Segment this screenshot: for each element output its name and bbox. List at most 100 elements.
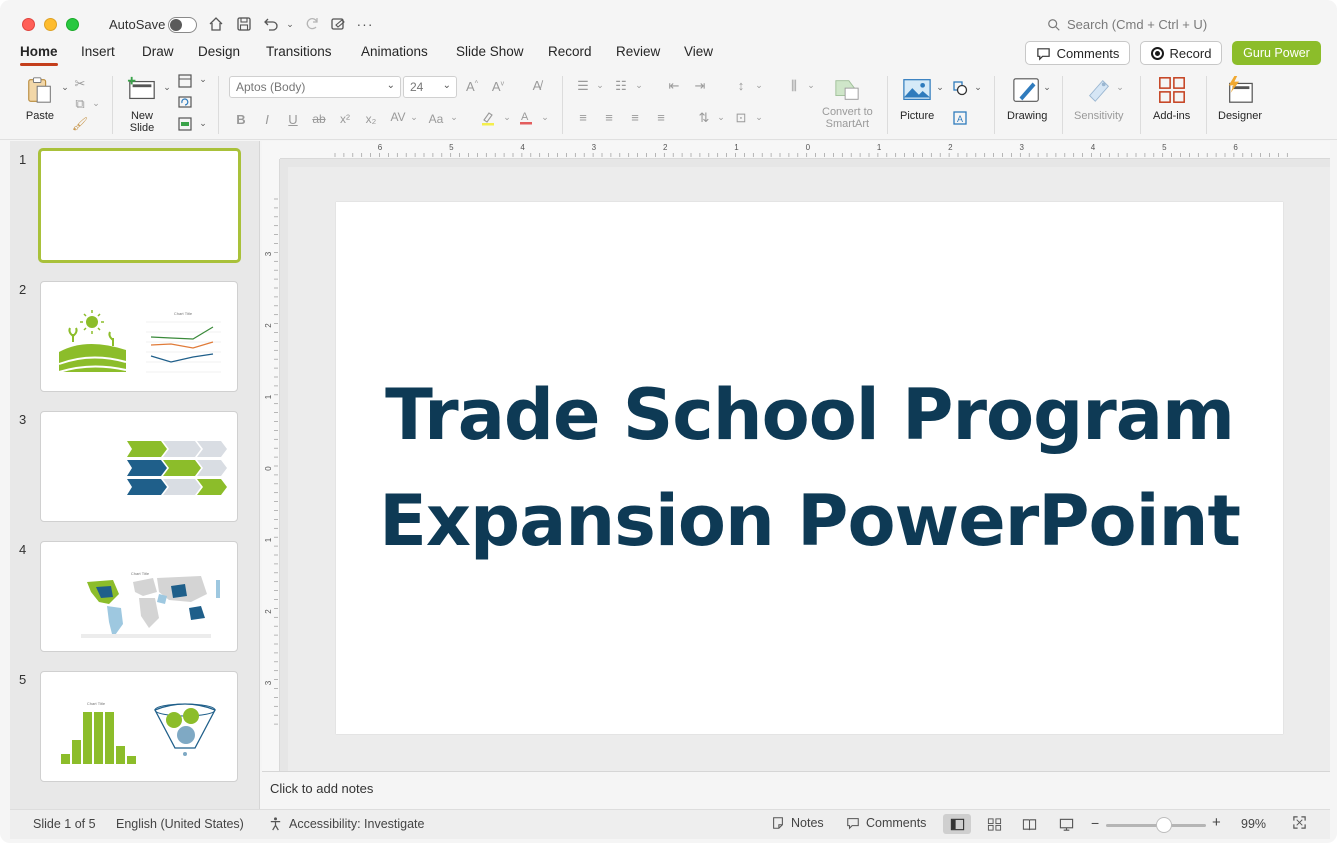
numbering-dropdown-icon[interactable]: ⌄ xyxy=(629,80,649,91)
change-case-dropdown-icon[interactable]: ⌄ xyxy=(444,112,464,123)
increase-indent-icon[interactable]: ⇥ xyxy=(690,78,710,94)
superscript-icon[interactable]: x² xyxy=(335,112,355,126)
tab-draw[interactable]: Draw xyxy=(142,44,174,59)
reading-view-button[interactable] xyxy=(1015,814,1043,834)
format-painter-icon[interactable]: 🖌 xyxy=(70,116,90,132)
justify-icon[interactable]: ≡ xyxy=(651,110,671,125)
tab-record[interactable]: Record xyxy=(548,44,592,59)
horizontal-ruler[interactable]: 6 5 4 3 2 1 0 1 2 3 4 5 6 xyxy=(280,141,1330,159)
slide-show-button[interactable] xyxy=(1052,814,1080,834)
font-color-icon[interactable]: A xyxy=(516,109,536,128)
highlight-icon[interactable] xyxy=(478,110,498,129)
underline-icon[interactable]: U xyxy=(283,112,303,127)
paste-button[interactable]: Paste xyxy=(24,74,56,122)
layout-icon[interactable] xyxy=(175,73,195,92)
accessibility-checker[interactable]: Accessibility: Investigate xyxy=(268,816,424,831)
font-size-field[interactable]: 24 ⌄ xyxy=(403,76,457,98)
tab-transitions[interactable]: Transitions xyxy=(266,44,332,59)
new-slide-dropdown-icon[interactable]: ⌄ xyxy=(157,82,177,93)
section-icon[interactable] xyxy=(175,116,195,135)
bold-icon[interactable]: B xyxy=(231,112,251,127)
clear-formatting-icon[interactable]: A̸ xyxy=(527,78,547,93)
character-spacing-dropdown-icon[interactable]: ⌄ xyxy=(404,112,424,123)
search-box[interactable]: Search (Cmd + Ctrl + U) xyxy=(1047,17,1207,32)
bullets-dropdown-icon[interactable]: ⌄ xyxy=(590,80,610,91)
minimize-window-button[interactable] xyxy=(44,18,57,31)
vertical-ruler[interactable]: 3 2 1 0 1 2 3 xyxy=(262,159,280,771)
cut-icon[interactable]: ✂ xyxy=(70,76,90,92)
tab-home[interactable]: Home xyxy=(20,44,58,59)
reset-slide-icon[interactable] xyxy=(175,94,195,113)
comments-button[interactable]: Comments xyxy=(1025,41,1130,65)
notes-pane[interactable]: Click to add notes xyxy=(262,771,1330,809)
align-text-dropdown-icon[interactable]: ⌄ xyxy=(749,112,769,123)
copy-dropdown-icon[interactable]: ⌄ xyxy=(86,98,106,109)
change-case-icon[interactable]: Aa xyxy=(426,112,446,126)
section-dropdown-icon[interactable]: ⌄ xyxy=(193,118,213,129)
guru-power-button[interactable]: Guru Power xyxy=(1232,41,1321,65)
slide-thumbnail-2[interactable]: Chart Title xyxy=(40,281,238,392)
record-button[interactable]: Record xyxy=(1140,41,1222,65)
undo-icon[interactable] xyxy=(261,14,281,34)
layout-dropdown-icon[interactable]: ⌄ xyxy=(193,74,213,85)
more-icon[interactable]: ··· xyxy=(355,14,375,34)
normal-view-button[interactable] xyxy=(943,814,971,834)
zoom-out-button[interactable]: − xyxy=(1091,815,1099,831)
strikethrough-icon[interactable]: ab xyxy=(309,112,329,126)
font-name-field[interactable]: Aptos (Body) ⌄ xyxy=(229,76,401,98)
line-spacing-dropdown-icon[interactable]: ⌄ xyxy=(749,80,769,91)
new-slide-button[interactable]: New Slide xyxy=(126,74,158,134)
slide-sorter-button[interactable] xyxy=(980,814,1008,834)
zoom-slider-handle[interactable] xyxy=(1156,817,1172,833)
save-icon[interactable] xyxy=(234,14,254,34)
sensitivity-dropdown-icon[interactable]: ⌄ xyxy=(1110,82,1130,93)
text-direction-dropdown-icon[interactable]: ⌄ xyxy=(711,112,731,123)
fit-to-window-button[interactable] xyxy=(1292,815,1307,833)
notes-toggle[interactable]: Notes xyxy=(771,816,824,830)
tab-slide-show[interactable]: Slide Show xyxy=(456,44,524,59)
designer-button[interactable]: Designer xyxy=(1218,74,1262,122)
tab-design[interactable]: Design xyxy=(198,44,240,59)
language-indicator[interactable]: English (United States) xyxy=(116,817,244,831)
redo-icon[interactable] xyxy=(302,14,322,34)
zoom-in-button[interactable]: + xyxy=(1212,814,1221,831)
drawing-dropdown-icon[interactable]: ⌄ xyxy=(1037,82,1057,93)
italic-icon[interactable]: I xyxy=(257,112,277,127)
undo-dropdown-icon[interactable]: ⌄ xyxy=(280,14,300,34)
close-window-button[interactable] xyxy=(22,18,35,31)
align-left-icon[interactable]: ≡ xyxy=(573,110,593,125)
decrease-font-icon[interactable]: Av xyxy=(488,79,508,94)
slide-thumbnail-1[interactable] xyxy=(38,148,241,263)
zoom-window-button[interactable] xyxy=(66,18,79,31)
autosave-toggle[interactable] xyxy=(168,17,197,33)
increase-font-icon[interactable]: A^ xyxy=(462,79,482,94)
highlight-dropdown-icon[interactable]: ⌄ xyxy=(497,112,517,123)
slide-thumbnail-4[interactable]: Chart Title xyxy=(40,541,238,652)
comments-toggle[interactable]: Comments xyxy=(846,816,926,830)
subscript-icon[interactable]: x₂ xyxy=(361,112,381,126)
align-right-icon[interactable]: ≡ xyxy=(625,110,645,125)
decrease-indent-icon[interactable]: ⇤ xyxy=(664,78,684,94)
shapes-dropdown-icon[interactable]: ⌄ xyxy=(968,82,988,93)
convert-to-smartart-button[interactable]: Convert to SmartArt xyxy=(822,76,873,130)
slide-thumbnail-3[interactable] xyxy=(40,411,238,522)
numbering-icon[interactable]: ☷ xyxy=(611,78,631,94)
picture-dropdown-icon[interactable]: ⌄ xyxy=(930,82,950,93)
line-spacing-icon[interactable]: ↕ xyxy=(731,78,751,93)
tab-animations[interactable]: Animations xyxy=(361,44,428,59)
current-slide[interactable]: Trade School Program Expansion PowerPoin… xyxy=(336,202,1283,734)
align-center-icon[interactable]: ≡ xyxy=(599,110,619,125)
columns-dropdown-icon[interactable]: ⌄ xyxy=(801,80,821,91)
home-icon[interactable] xyxy=(206,14,226,34)
tab-insert[interactable]: Insert xyxy=(81,44,115,59)
zoom-level[interactable]: 99% xyxy=(1241,817,1266,831)
slide-thumbnail-pane[interactable]: 1 2 Chart Title 3 4 Chart Title 5 Chart … xyxy=(10,141,260,809)
slide-title[interactable]: Trade School Program Expansion PowerPoin… xyxy=(336,362,1283,574)
text-box-icon[interactable]: A xyxy=(950,110,970,129)
add-ins-button[interactable]: Add-ins xyxy=(1153,74,1190,122)
shapes-icon[interactable] xyxy=(950,80,970,99)
slide-thumbnail-5[interactable]: Chart Title xyxy=(40,671,238,782)
font-color-dropdown-icon[interactable]: ⌄ xyxy=(535,112,555,123)
tab-review[interactable]: Review xyxy=(616,44,660,59)
present-icon[interactable] xyxy=(328,14,348,34)
